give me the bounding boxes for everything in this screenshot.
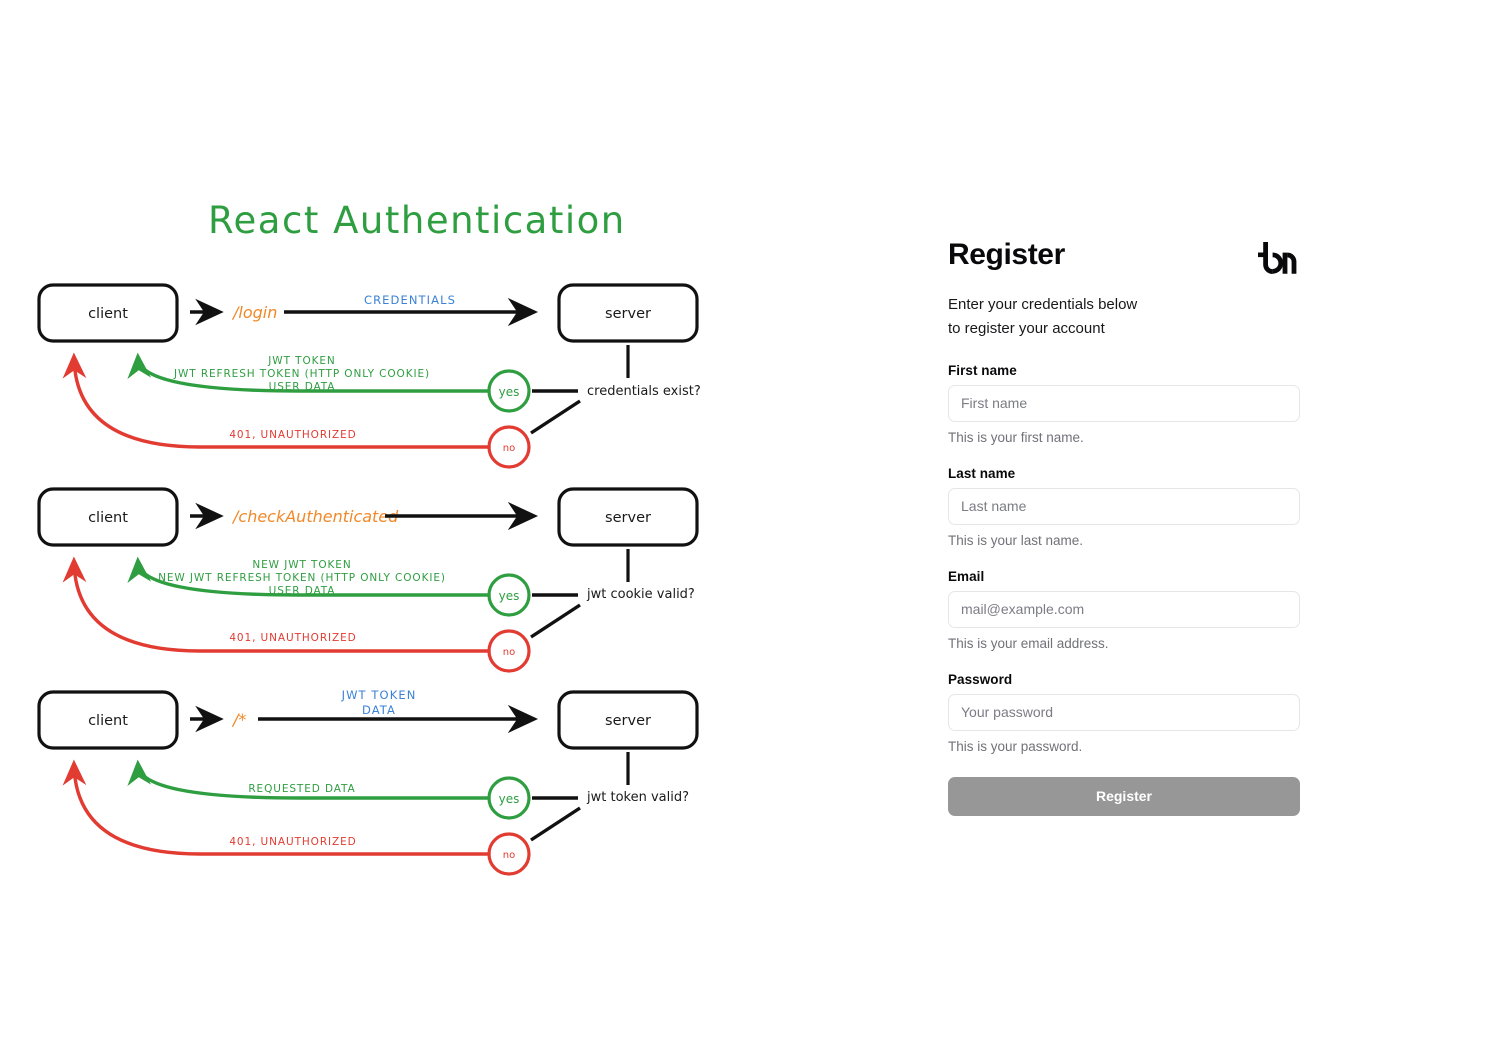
password-help-text: This is your password.: [948, 738, 1083, 754]
decision-no-connector-2: [530, 603, 581, 639]
last-name-input[interactable]: [948, 487, 1300, 525]
email-input[interactable]: [948, 590, 1300, 628]
password-label: Password: [948, 671, 1013, 687]
page-subtitle: Enter your credentials below to register…: [948, 296, 1138, 338]
register-submit-button[interactable]: Register: [948, 776, 1300, 816]
register-form-panel: Register Enter your credentials below to…: [948, 238, 1300, 816]
server-label-1: server: [605, 306, 651, 322]
page-title: Register: [948, 238, 1065, 271]
request-label-1: CREDENTIALS: [364, 293, 456, 307]
client-label-2: client: [88, 510, 128, 526]
yes-label-2: yes: [499, 589, 520, 603]
success-label-2-line-1: NEW JWT TOKEN: [252, 559, 351, 571]
last-name-label: Last name: [948, 465, 1016, 481]
field-group-email: Email This is your email address.: [948, 569, 1300, 651]
yes-label-3: yes: [499, 792, 520, 806]
decision-no-connector-3: [530, 806, 581, 842]
server-label-3: server: [605, 713, 651, 729]
client-label-3: client: [88, 713, 128, 729]
no-label-2: no: [503, 647, 515, 658]
flow-wildcard: client server /* JWT TOKEN DATA jwt toke…: [37, 688, 699, 876]
failure-label-2: 401, UNAUTHORIZED: [229, 632, 356, 644]
field-group-last-name: Last name This is your last name.: [948, 466, 1300, 548]
endpoint-label-2: /checkAuthenticated: [231, 507, 399, 526]
client-label-1: client: [88, 306, 128, 322]
password-input[interactable]: [948, 693, 1300, 731]
decision-label-1: credentials exist?: [587, 384, 701, 399]
field-group-first-name: First name This is your first name.: [948, 363, 1300, 445]
success-label-1-line-2: JWT REFRESH TOKEN (HTTP ONLY COOKIE): [173, 368, 430, 380]
decision-label-2: jwt cookie valid?: [586, 587, 695, 602]
field-group-password: Password This is your password.: [948, 672, 1300, 754]
request-label-3-line-2: DATA: [362, 703, 396, 717]
endpoint-label-3: /*: [231, 710, 246, 729]
first-name-help-text: This is your first name.: [948, 429, 1084, 445]
react-authentication-diagram: React Authentication client server /logi…: [0, 0, 900, 1049]
email-label: Email: [948, 568, 985, 584]
success-label-1-line-1: JWT TOKEN: [267, 355, 335, 367]
flow-check-authenticated: client server /checkAuthenticated jwt co…: [37, 487, 699, 673]
register-header: Register: [948, 238, 1300, 281]
request-label-3-line-1: JWT TOKEN: [341, 688, 417, 702]
email-help-text: This is your email address.: [948, 635, 1109, 651]
first-name-label: First name: [948, 362, 1017, 378]
failure-label-3: 401, UNAUTHORIZED: [229, 836, 356, 848]
first-name-input[interactable]: [948, 384, 1300, 422]
last-name-help-text: This is your last name.: [948, 532, 1084, 548]
diagram-canvas: React Authentication client server /logi…: [37, 199, 701, 876]
decision-no-connector-1: [530, 399, 581, 435]
success-label-1-line-3: USER DATA: [269, 381, 336, 393]
diagram-title: React Authentication: [208, 199, 626, 242]
decision-label-3: jwt token valid?: [586, 790, 689, 805]
endpoint-label-1: /login: [231, 303, 277, 322]
no-label-1: no: [503, 443, 515, 454]
success-label-2-line-2: NEW JWT REFRESH TOKEN (HTTP ONLY COOKIE): [158, 572, 446, 584]
success-label-3: REQUESTED DATA: [248, 783, 355, 795]
yes-label-1: yes: [499, 385, 520, 399]
flow-login: client server /login CREDENTIALS credent…: [37, 283, 701, 469]
success-label-2-line-3: USER DATA: [269, 585, 336, 597]
failure-label-1: 401, UNAUTHORIZED: [229, 429, 356, 441]
no-label-3: no: [503, 850, 515, 861]
tm-brand-logo-icon: [1258, 242, 1300, 281]
server-label-2: server: [605, 510, 651, 526]
